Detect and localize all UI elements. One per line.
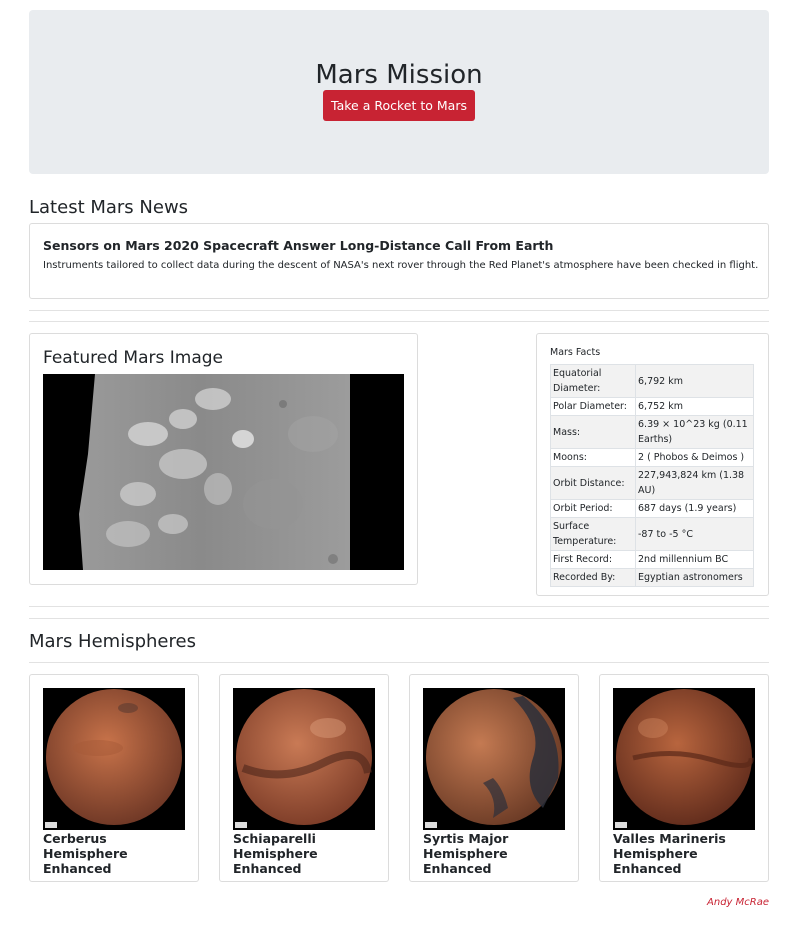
divider — [29, 606, 769, 607]
hemisphere-image — [43, 688, 185, 830]
news-teaser: Instruments tailored to collect data dur… — [43, 260, 759, 271]
fact-label: Equatorial Diameter: — [550, 364, 636, 398]
hemisphere-image — [233, 688, 375, 830]
hemisphere-card: Schiaparelli Hemisphere Enhanced — [219, 674, 389, 882]
mars-globe-icon — [423, 688, 565, 830]
featured-image-title: Featured Mars Image — [43, 348, 224, 368]
fact-label: Surface Temperature: — [550, 517, 636, 551]
mars-globe-icon — [613, 688, 755, 830]
divider — [29, 662, 769, 663]
fact-label: Orbit Period: — [550, 499, 636, 518]
table-row: Surface Temperature: -87 to -5 °C — [550, 517, 754, 551]
fact-label: Moons: — [550, 448, 636, 467]
page-title: Mars Mission — [315, 60, 483, 90]
fact-label: Mass: — [550, 415, 636, 449]
table-row: Recorded By: Egyptian astronomers — [550, 568, 754, 587]
mars-globe-icon — [43, 688, 185, 830]
table-row: Orbit Distance: 227,943,824 km (1.38 AU) — [550, 466, 754, 500]
hemisphere-title: Syrtis Major Hemisphere Enhanced — [423, 831, 509, 876]
author-credit: Andy McRae — [707, 897, 769, 908]
divider — [29, 310, 769, 311]
news-card: Sensors on Mars 2020 Spacecraft Answer L… — [29, 223, 769, 299]
mars-facts-card: Mars Facts Equatorial Diameter: 6,792 km… — [536, 333, 769, 596]
hemisphere-title: Cerberus Hemisphere Enhanced — [43, 831, 128, 876]
fact-value: 6,752 km — [635, 397, 754, 416]
fact-value: 6.39 × 10^23 kg (0.11 Earths) — [635, 415, 754, 449]
fact-label: Recorded By: — [550, 568, 636, 587]
divider — [29, 321, 769, 322]
mars-globe-icon — [233, 688, 375, 830]
news-headline: Sensors on Mars 2020 Spacecraft Answer L… — [43, 238, 554, 253]
table-row: Mass: 6.39 × 10^23 kg (0.11 Earths) — [550, 415, 754, 449]
table-row: Orbit Period: 687 days (1.9 years) — [550, 499, 754, 518]
fact-value: 2nd millennium BC — [635, 550, 754, 569]
news-section-title: Latest Mars News — [29, 197, 189, 218]
table-row: Moons: 2 ( Phobos & Deimos ) — [550, 448, 754, 467]
fact-value: 6,792 km — [635, 364, 754, 398]
scrape-button[interactable]: Take a Rocket to Mars — [323, 90, 475, 121]
hemisphere-card: Valles Marineris Hemisphere Enhanced — [599, 674, 769, 882]
divider — [29, 618, 769, 619]
featured-image-card: Featured Mars Image — [29, 333, 418, 585]
hemisphere-title: Valles Marineris Hemisphere Enhanced — [613, 831, 726, 876]
jumbotron-header: Mars Mission Take a Rocket to Mars — [29, 10, 769, 174]
table-row: Polar Diameter: 6,752 km — [550, 397, 754, 416]
hemisphere-card: Cerberus Hemisphere Enhanced — [29, 674, 199, 882]
mars-facts-title: Mars Facts — [550, 347, 601, 358]
hemisphere-card: Syrtis Major Hemisphere Enhanced — [409, 674, 579, 882]
fact-value: 2 ( Phobos & Deimos ) — [635, 448, 754, 467]
fact-label: Orbit Distance: — [550, 466, 636, 500]
mars-facts-table: Equatorial Diameter: 6,792 km Polar Diam… — [550, 364, 754, 587]
fact-value: 227,943,824 km (1.38 AU) — [635, 466, 754, 500]
hemisphere-title: Schiaparelli Hemisphere Enhanced — [233, 831, 318, 876]
fact-label: Polar Diameter: — [550, 397, 636, 416]
fact-value: Egyptian astronomers — [635, 568, 754, 587]
fact-label: First Record: — [550, 550, 636, 569]
table-row: First Record: 2nd millennium BC — [550, 550, 754, 569]
hemisphere-image — [613, 688, 755, 830]
fact-value: -87 to -5 °C — [635, 517, 754, 551]
mars-surface-icon — [43, 374, 404, 570]
hemispheres-section-title: Mars Hemispheres — [29, 631, 196, 652]
hemisphere-image — [423, 688, 565, 830]
table-row: Equatorial Diameter: 6,792 km — [550, 364, 754, 398]
fact-value: 687 days (1.9 years) — [635, 499, 754, 518]
featured-mars-image — [43, 374, 404, 570]
